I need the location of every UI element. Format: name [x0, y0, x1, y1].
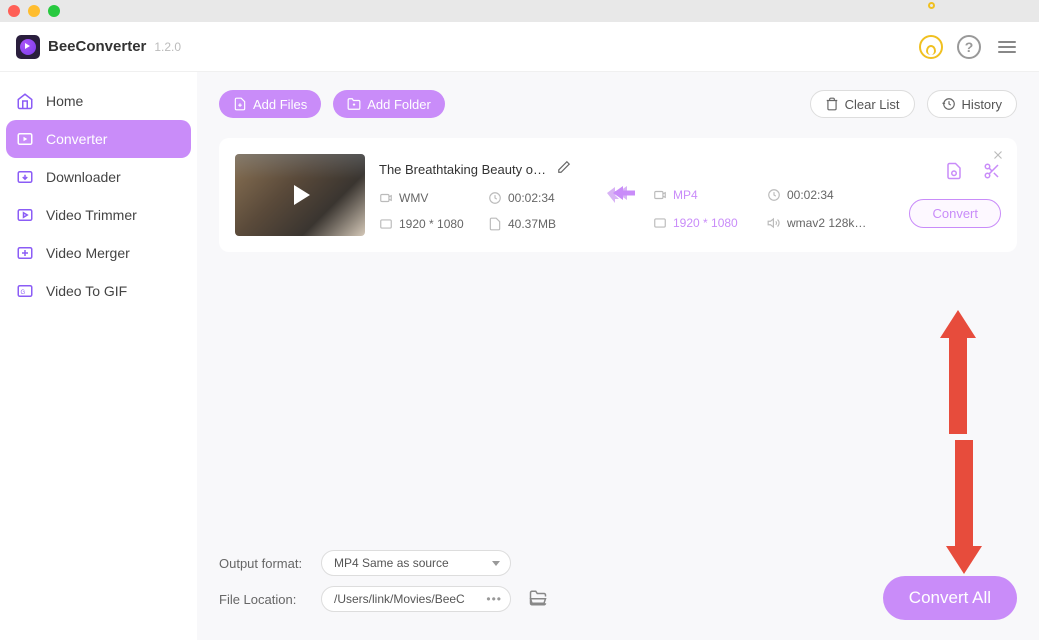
source-info: The Breathtaking Beauty of N… WMV 00:02:… — [379, 160, 589, 231]
sidebar-item-gif[interactable]: G Video To GIF — [6, 272, 191, 310]
convert-all-button[interactable]: Convert All — [883, 576, 1017, 620]
settings-file-icon — [945, 162, 963, 180]
clear-list-button[interactable]: Clear List — [810, 90, 915, 118]
folder-open-icon — [529, 589, 547, 607]
output-format-label: Output format: — [219, 556, 309, 571]
remove-file-button[interactable] — [991, 148, 1005, 167]
conversion-arrow-icon — [607, 183, 635, 208]
user-icon — [919, 35, 943, 59]
source-format: WMV — [379, 191, 480, 205]
sidebar-item-merger[interactable]: Video Merger — [6, 234, 191, 272]
gif-icon: G — [16, 282, 34, 300]
file-location-label: File Location: — [219, 592, 309, 607]
app-version: 1.2.0 — [154, 40, 181, 54]
history-button[interactable]: History — [927, 90, 1017, 118]
sidebar-item-converter[interactable]: Converter — [6, 120, 191, 158]
sidebar: Home Converter Downloader Video Trimmer … — [0, 72, 197, 640]
audio-icon — [767, 216, 781, 230]
window-maximize-button[interactable] — [48, 5, 60, 17]
main-content: Add Files Add Folder Clear List History — [197, 72, 1039, 640]
app-logo — [16, 35, 40, 59]
add-files-button[interactable]: Add Files — [219, 90, 321, 118]
downloader-icon — [16, 168, 34, 186]
home-icon — [16, 92, 34, 110]
resolution-icon — [379, 217, 393, 231]
source-duration: 00:02:34 — [488, 191, 589, 205]
play-icon — [287, 182, 313, 208]
convert-button[interactable]: Convert — [909, 199, 1001, 228]
sidebar-item-home[interactable]: Home — [6, 82, 191, 120]
window-titlebar — [0, 0, 1039, 22]
app-header: BeeConverter 1.2.0 ? — [0, 22, 1039, 72]
window-close-button[interactable] — [8, 5, 20, 17]
sidebar-item-label: Downloader — [46, 169, 121, 185]
video-thumbnail[interactable] — [235, 154, 365, 236]
clock-icon — [488, 191, 502, 205]
button-label: Add Files — [253, 97, 307, 112]
annotation-arrow-down — [955, 440, 973, 550]
output-format-select[interactable]: MP4 Same as source — [321, 550, 511, 576]
annotation-arrow-up — [949, 334, 967, 434]
target-format[interactable]: MP4 — [653, 188, 759, 202]
sidebar-item-label: Video Trimmer — [46, 207, 137, 223]
account-button[interactable] — [915, 31, 947, 63]
target-resolution[interactable]: 1920 * 1080 — [653, 216, 759, 230]
hamburger-icon — [998, 41, 1016, 53]
sidebar-item-trimmer[interactable]: Video Trimmer — [6, 196, 191, 234]
file-icon — [488, 217, 502, 231]
pencil-icon — [557, 160, 571, 174]
window-minimize-button[interactable] — [28, 5, 40, 17]
target-info: MP4 00:02:34 1920 * 1080 wmav2 128k… — [653, 160, 873, 230]
video-icon — [379, 191, 393, 205]
more-icon: ••• — [486, 592, 502, 606]
target-duration: 00:02:34 — [767, 188, 873, 202]
converter-icon — [16, 130, 34, 148]
file-plus-icon — [233, 97, 247, 111]
close-icon — [991, 148, 1005, 162]
merger-icon — [16, 244, 34, 262]
target-audio: wmav2 128k… — [767, 216, 873, 230]
source-resolution: 1920 * 1080 — [379, 217, 480, 231]
open-folder-button[interactable] — [529, 589, 547, 610]
button-label: Clear List — [845, 97, 900, 112]
button-label: History — [962, 97, 1002, 112]
folder-plus-icon — [347, 97, 361, 111]
source-size: 40.37MB — [488, 217, 589, 231]
trimmer-icon — [16, 206, 34, 224]
resolution-icon — [653, 216, 667, 230]
sidebar-item-label: Video To GIF — [46, 283, 127, 299]
sidebar-item-downloader[interactable]: Downloader — [6, 158, 191, 196]
trash-icon — [825, 97, 839, 111]
history-icon — [942, 97, 956, 111]
sidebar-item-label: Converter — [46, 131, 107, 147]
menu-button[interactable] — [991, 31, 1023, 63]
help-button[interactable]: ? — [953, 31, 985, 63]
help-icon: ? — [957, 35, 981, 59]
video-icon — [653, 188, 667, 202]
file-card: The Breathtaking Beauty of N… WMV 00:02:… — [219, 138, 1017, 252]
app-name: BeeConverter — [48, 38, 146, 55]
converter-toolbar: Add Files Add Folder Clear List History — [219, 90, 1017, 118]
svg-text:G: G — [21, 290, 26, 296]
file-settings-button[interactable] — [945, 162, 963, 185]
file-location-field[interactable]: /Users/link/Movies/BeeC ••• — [321, 586, 511, 612]
clock-icon — [767, 188, 781, 202]
button-label: Add Folder — [367, 97, 431, 112]
add-folder-button[interactable]: Add Folder — [333, 90, 445, 118]
edit-title-button[interactable] — [557, 160, 571, 179]
sidebar-item-label: Home — [46, 93, 83, 109]
file-title: The Breathtaking Beauty of N… — [379, 162, 549, 177]
file-actions: Convert — [909, 162, 1001, 228]
sidebar-item-label: Video Merger — [46, 245, 130, 261]
